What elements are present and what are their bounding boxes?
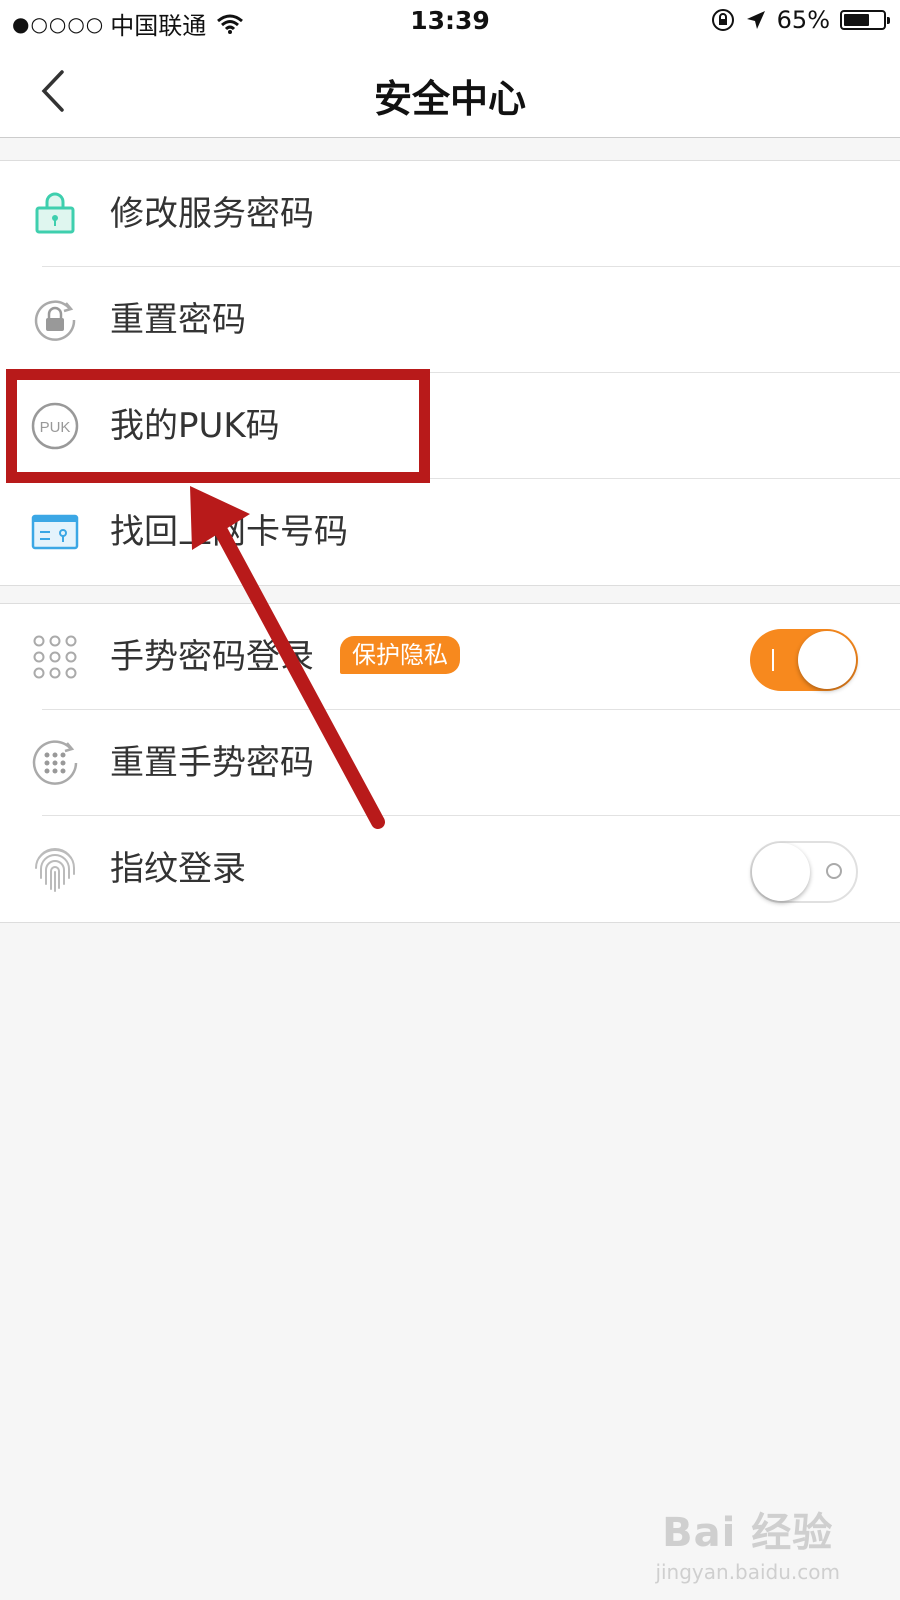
watermark: Bai 经验 jingyan.baidu.com: [655, 1500, 840, 1584]
watermark-logo: Bai 经验: [662, 1510, 834, 1556]
annotation-arrow: [190, 486, 385, 829]
watermark-url: jingyan.baidu.com: [655, 1560, 840, 1584]
